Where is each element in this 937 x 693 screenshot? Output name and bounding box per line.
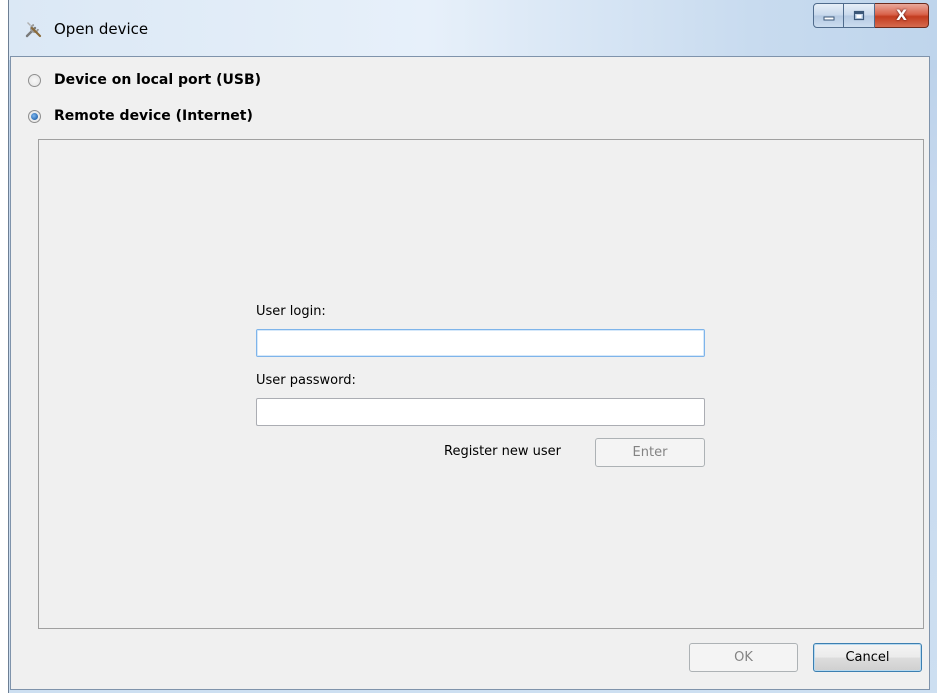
radio-label-internet: Remote device (Internet) [54, 108, 253, 124]
user-login-input[interactable] [256, 329, 705, 357]
radio-remote-device[interactable]: Remote device (Internet) [28, 108, 253, 124]
caption-buttons: X [813, 3, 929, 29]
radio-button-internet[interactable] [28, 109, 41, 123]
title-bar[interactable]: Open device X [9, 0, 937, 60]
maximize-button[interactable] [844, 3, 875, 28]
minimize-button[interactable] [813, 3, 844, 28]
maximize-icon [853, 10, 865, 21]
user-password-label: User password: [256, 373, 356, 388]
close-icon: X [896, 7, 907, 24]
radio-label-usb: Device on local port (USB) [54, 72, 262, 88]
dialog-client-area: Device on local port (USB) Remote device… [10, 56, 930, 690]
user-password-input[interactable] [256, 398, 705, 426]
ok-button[interactable]: OK [689, 643, 798, 672]
remote-login-panel: User login: User password: Register new … [38, 139, 924, 629]
radio-button-usb[interactable] [28, 73, 41, 87]
enter-button[interactable]: Enter [595, 438, 705, 467]
register-new-user-link[interactable]: Register new user [444, 444, 561, 459]
close-button[interactable]: X [875, 3, 929, 28]
radio-local-port[interactable]: Device on local port (USB) [28, 72, 261, 88]
minimize-icon [823, 16, 834, 20]
tools-icon [25, 22, 42, 38]
user-login-label: User login: [256, 304, 326, 319]
window-title: Open device [54, 20, 149, 38]
cancel-button[interactable]: Cancel [813, 643, 922, 672]
open-device-window: Open device X Device on local port (USB)… [8, 0, 937, 693]
